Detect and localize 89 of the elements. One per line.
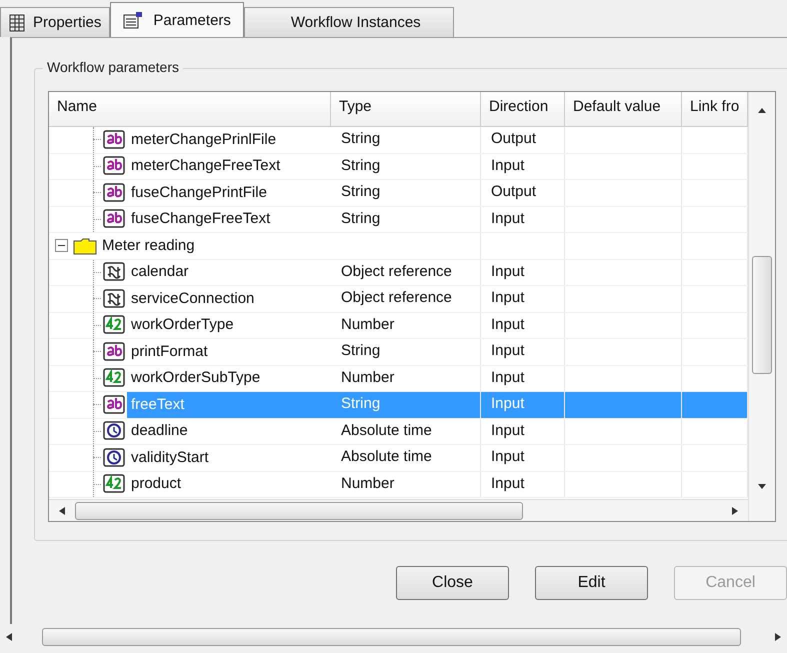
table-cell: Input <box>481 154 565 179</box>
text-type-icon <box>101 208 127 230</box>
table-cell: String <box>331 392 481 418</box>
table-cell: Input <box>481 472 565 497</box>
parameter-name: fuseChangePrintFile <box>130 182 268 203</box>
scroll-thumb[interactable] <box>752 256 772 374</box>
table-cell: Input <box>481 418 565 444</box>
table-row[interactable]: workOrderType Number Input <box>49 312 748 339</box>
dialog-button[interactable]: Edit <box>535 566 648 600</box>
parameter-name: meterChangePrinlFile <box>130 130 278 150</box>
table-cell: Input <box>481 366 565 391</box>
column-header[interactable]: Direction <box>481 92 565 126</box>
table-icon <box>9 14 25 32</box>
table-cell: String <box>331 127 481 152</box>
text-type-icon <box>101 394 127 416</box>
table-cell: Output <box>481 180 565 206</box>
scroll-up-icon[interactable] <box>758 108 766 113</box>
text-type-icon <box>101 128 127 151</box>
link-type-icon <box>101 261 127 284</box>
table-cell: Input <box>481 286 565 312</box>
clock-icon <box>101 420 127 442</box>
tab[interactable]: Parameters <box>110 2 244 37</box>
table-row[interactable]: fuseChangePrintFile String Output <box>49 180 748 206</box>
dialog-button[interactable]: Close <box>396 566 509 600</box>
group-name: Meter reading <box>101 236 196 256</box>
number-type-icon <box>101 367 127 390</box>
link-type-icon <box>101 288 127 310</box>
vertical-scrollbar[interactable] <box>748 92 775 521</box>
table-row[interactable]: serviceConnection Object reference Input <box>49 286 748 312</box>
collapse-icon[interactable] <box>55 239 68 252</box>
table-row[interactable]: validityStart Absolute time Input <box>49 445 748 472</box>
scroll-thumb[interactable] <box>75 502 523 520</box>
horizontal-scrollbar[interactable] <box>49 499 748 521</box>
number-type-icon <box>101 314 127 336</box>
table-cell: Input <box>481 260 565 285</box>
scroll-left-icon[interactable] <box>6 633 12 641</box>
table-cell: Object reference <box>331 260 481 285</box>
scroll-right-icon[interactable] <box>732 506 738 514</box>
parameter-name: meterChangeFreeText <box>130 156 282 176</box>
text-type-icon <box>101 340 127 363</box>
table-cell: Number <box>331 366 481 391</box>
table-row[interactable]: printFormat String Input <box>49 339 748 366</box>
table-cell: String <box>331 339 481 364</box>
number-type-icon <box>101 473 127 496</box>
parameter-name: workOrderSubType <box>130 368 262 388</box>
table-cell: String <box>331 180 481 206</box>
parameter-name: serviceConnection <box>130 288 256 309</box>
scroll-left-icon[interactable] <box>59 506 65 514</box>
parameter-name: printFormat <box>130 342 209 362</box>
text-type-icon <box>101 182 127 204</box>
table-cell: Input <box>481 312 565 338</box>
table-cell: Absolute time <box>331 418 481 444</box>
text-type-icon <box>101 155 127 178</box>
table-row[interactable]: meterChangeFreeText String Input <box>49 154 748 180</box>
table-row[interactable]: calendar Object reference Input <box>49 260 748 286</box>
table-cell: Input <box>481 206 565 232</box>
table-row[interactable]: fuseChangeFreeText String Input <box>49 206 748 233</box>
scroll-right-icon[interactable] <box>775 633 781 641</box>
parameter-name: workOrderType <box>130 315 235 336</box>
table-cell: Number <box>331 312 481 338</box>
column-header[interactable]: Type <box>331 92 481 126</box>
parameter-name: calendar <box>130 262 190 282</box>
table-row[interactable]: Meter reading <box>49 233 748 260</box>
parameter-name: product <box>130 474 182 494</box>
table-cell: Input <box>481 445 565 470</box>
table-cell: Output <box>481 127 565 152</box>
table-row[interactable]: product Number Input <box>49 472 748 498</box>
table-cell: Input <box>481 339 565 364</box>
parameter-name: freeText <box>127 392 331 418</box>
column-header[interactable]: Name <box>49 92 331 126</box>
table-row[interactable]: meterChangePrinlFile String Output <box>49 127 748 154</box>
tab[interactable]: Workflow Instances <box>244 7 454 37</box>
parameter-name: validityStart <box>130 448 210 468</box>
parameter-name: deadline <box>130 421 189 442</box>
table-row[interactable]: deadline Absolute time Input <box>49 418 748 445</box>
scroll-down-icon[interactable] <box>758 484 766 489</box>
table-cell: Object reference <box>331 286 481 312</box>
table-cell: String <box>331 154 481 179</box>
scroll-thumb[interactable] <box>42 628 741 646</box>
clock-icon <box>101 446 127 469</box>
tab[interactable]: Properties <box>0 7 110 37</box>
column-header[interactable]: Default value <box>565 92 682 126</box>
table-cell: Absolute time <box>331 445 481 470</box>
table-cell: Number <box>331 472 481 497</box>
folder-icon <box>72 236 98 256</box>
parameter-name: fuseChangeFreeText <box>130 209 272 230</box>
table-cell: Input <box>481 392 565 418</box>
table-cell: String <box>331 206 481 232</box>
group-title: Workflow parameters <box>43 59 184 75</box>
